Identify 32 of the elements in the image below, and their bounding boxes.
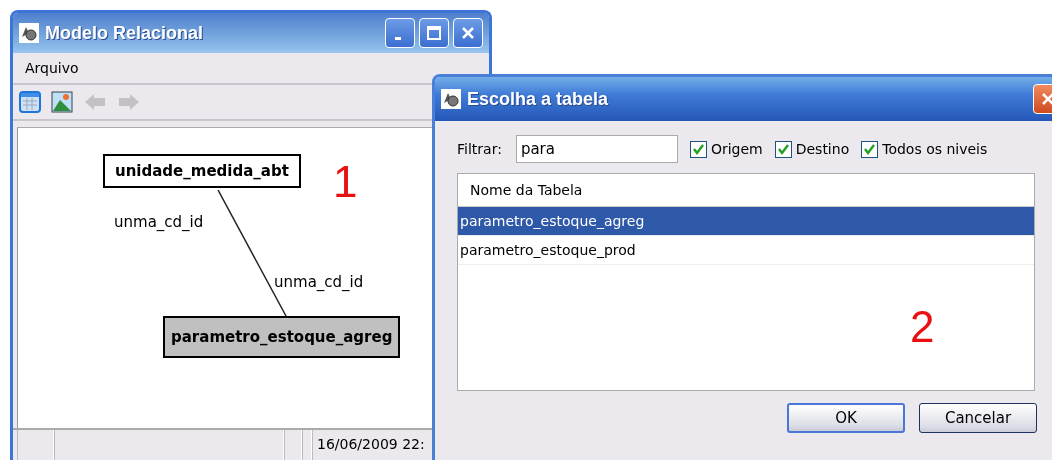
menu-item[interactable]: Arquivo [25, 60, 79, 76]
checkbox[interactable] [689, 140, 707, 158]
window-title: Modelo Relacional [45, 22, 205, 44]
maximize-icon [427, 26, 441, 40]
checkbox-label: Todos os niveis [882, 141, 988, 157]
dialog-title: Escolha a tabela [467, 88, 610, 110]
checkbox[interactable] [861, 140, 879, 158]
image-icon[interactable] [51, 91, 73, 113]
ok-button[interactable]: OK [787, 403, 905, 433]
minimize-icon [395, 36, 401, 40]
maximize-button[interactable] [419, 18, 449, 48]
minimize-button[interactable] [385, 18, 415, 48]
table-icon[interactable] [19, 91, 41, 113]
close-icon [1041, 92, 1052, 106]
annotation-number: 2 [910, 305, 935, 349]
close-icon [461, 26, 475, 40]
app-icon [441, 89, 461, 109]
table-node[interactable]: parametro_estoque_agreg [163, 316, 401, 358]
app-icon [19, 23, 39, 43]
filter-field[interactable]: para [515, 135, 678, 163]
checkbox-label: Origem [710, 141, 763, 157]
edge-label: unma_cd_id [114, 213, 204, 231]
cancel-button[interactable]: Cancelar [919, 403, 1037, 433]
table-row[interactable]: parametro_estoque_prod [458, 236, 1034, 265]
annotation-number: 1 [333, 160, 358, 204]
table-row[interactable]: parametro_estoque_agreg [458, 207, 1034, 236]
checkbox[interactable] [774, 140, 792, 158]
filter-label: Filtrar: [457, 141, 502, 157]
close-button[interactable] [453, 18, 483, 48]
checkbox-label: Destino [795, 141, 850, 157]
table-node[interactable]: unidade_medida_abt [103, 154, 301, 188]
edge-label: unma_cd_id [274, 273, 364, 291]
